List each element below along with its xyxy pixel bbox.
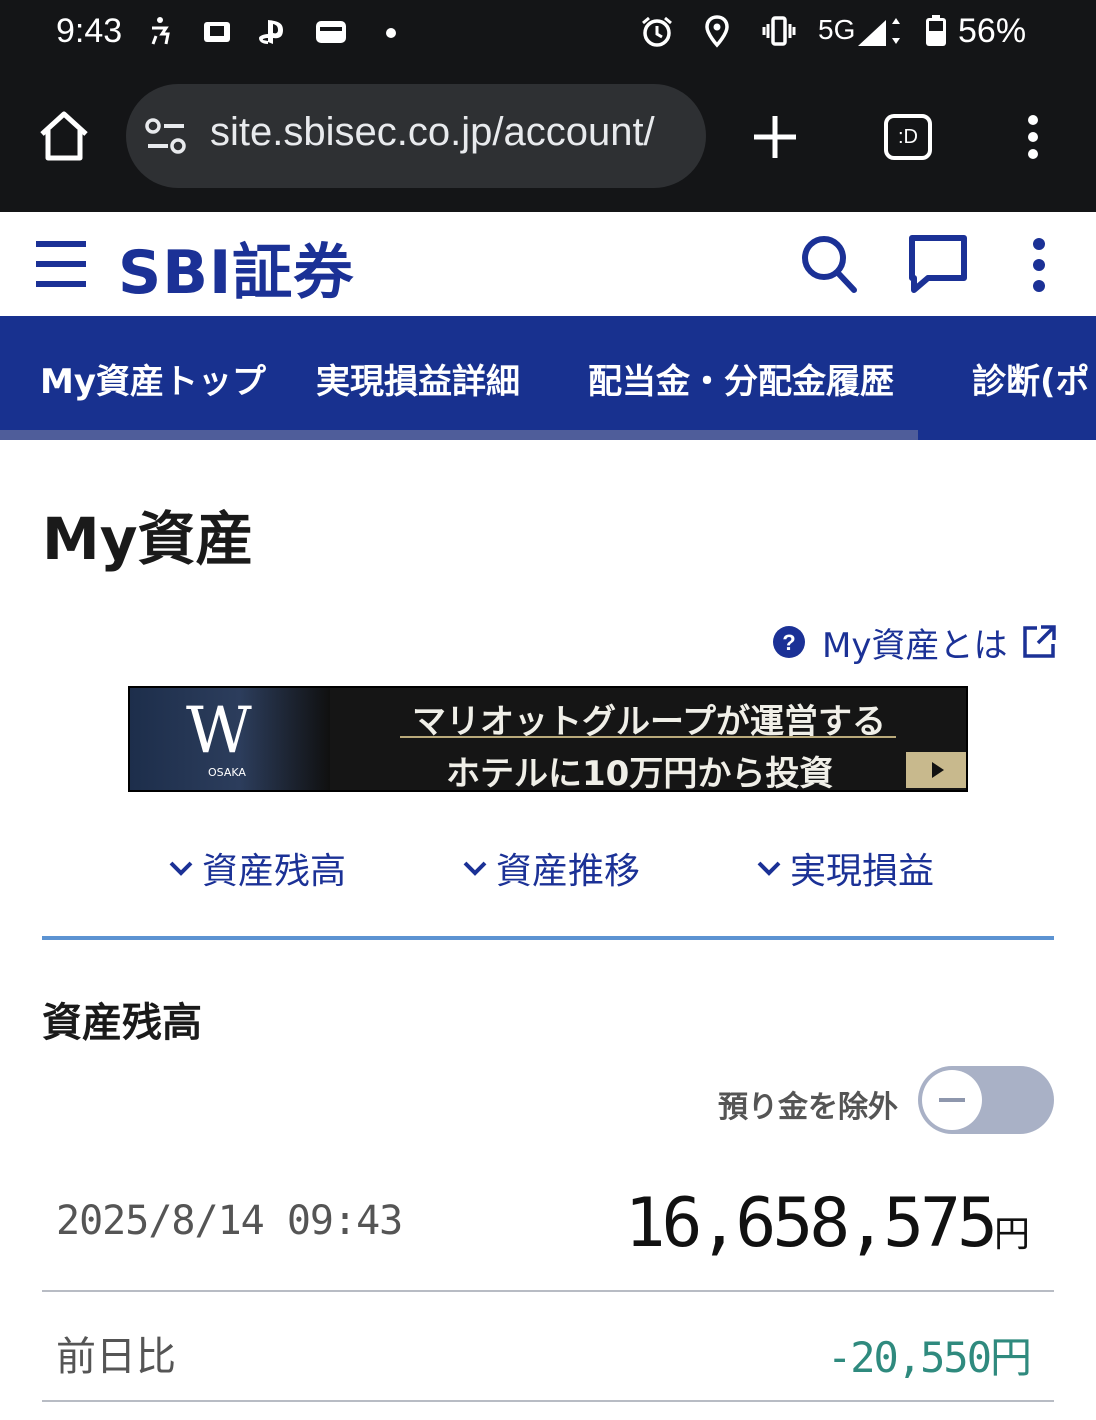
w-hotel-logo: W <box>186 694 252 768</box>
anchor-asset-trend[interactable]: 資産推移 <box>462 840 640 896</box>
w-hotel-logo-sub: OSAKA <box>208 766 246 779</box>
balance-amount: 16,658,575円 <box>625 1184 1030 1263</box>
site-header: SBI証券 <box>0 212 1096 316</box>
exclude-deposit-toggle-row: 預り金を除外 <box>700 1066 1056 1136</box>
app-notification-icon <box>204 22 230 42</box>
home-icon[interactable] <box>36 108 92 164</box>
battery-percent: 56% <box>958 12 1027 50</box>
site-more-icon[interactable] <box>1024 236 1054 294</box>
active-tab-indicator <box>0 430 918 440</box>
url-text[interactable]: site.sbisec.co.jp/account/ <box>210 110 690 155</box>
chevron-down-icon <box>757 861 781 876</box>
day-change-label: 前日比 <box>56 1334 176 1380</box>
balance-amount-unit: 円 <box>993 1214 1030 1255</box>
toggle-off-mark-icon <box>939 1098 965 1102</box>
chevron-down-icon <box>169 861 193 876</box>
day-change-value: -20,550円 <box>826 1333 1032 1382</box>
sbi-logo[interactable]: SBI証券 <box>118 224 354 311</box>
anchor-label[interactable]: 資産残高 <box>202 842 346 894</box>
day-change-row: 前日比 -20,550円 <box>42 1294 1054 1402</box>
balance-amount-value: 16,658,575 <box>624 1184 998 1263</box>
balance-row: 2025/8/14 09:43 16,658,575円 <box>42 1180 1054 1292</box>
help-icon: ? <box>773 626 805 658</box>
external-link-icon <box>1023 625 1057 658</box>
new-tab-icon[interactable] <box>750 112 800 162</box>
wallet-icon <box>316 21 346 43</box>
balance-timestamp: 2025/8/14 09:43 <box>56 1198 403 1244</box>
tab-switcher-button[interactable]: :D <box>884 114 932 160</box>
network-type: 5G <box>818 14 856 45</box>
browser-toolbar: site.sbisec.co.jp/account/ :D <box>0 68 1096 212</box>
site-settings-icon[interactable] <box>144 116 188 156</box>
playstation-icon <box>259 20 283 44</box>
tab-realized-pl-detail[interactable]: 実現損益詳細 <box>316 354 520 403</box>
dot-icon <box>386 28 396 38</box>
anchor-asset-balance[interactable]: 資産残高 <box>168 840 346 896</box>
banner-subline: ホテルに10万円から投資 <box>446 754 834 792</box>
page-title: My資産 <box>42 505 254 573</box>
chevron-down-icon <box>463 861 487 876</box>
search-icon[interactable] <box>800 234 858 294</box>
toggle-knob <box>922 1070 982 1130</box>
address-bar[interactable]: site.sbisec.co.jp/account/ <box>126 84 706 188</box>
battery-icon <box>926 15 946 46</box>
vibrate-icon <box>762 16 796 46</box>
help-link-label[interactable]: My資産とは <box>822 618 1007 667</box>
tab-diagnosis[interactable]: 診断(ポ <box>972 354 1090 403</box>
exclude-deposit-toggle[interactable] <box>918 1066 1054 1134</box>
status-bar: 9:43 5G 56% <box>0 0 1096 68</box>
more-vert-icon[interactable] <box>1016 112 1050 162</box>
section-divider <box>42 936 1054 940</box>
accessibility-icon <box>151 17 170 45</box>
anchor-label[interactable]: 実現損益 <box>790 842 934 894</box>
hamburger-menu-icon[interactable] <box>34 238 88 290</box>
chat-icon[interactable] <box>906 232 970 296</box>
what-is-my-assets-link[interactable]: ? My資産とは <box>772 618 1057 667</box>
anchor-realized-pl[interactable]: 実現損益 <box>756 840 934 896</box>
account-nav-tabs: My資産トップ 実現損益詳細 配当金・分配金履歴 診断(ポ <box>0 316 1096 440</box>
signal-icon <box>858 18 900 46</box>
alarm-icon <box>642 16 672 47</box>
promo-banner[interactable]: W OSAKA マリオットグループが運営する ホテルに10万円から投資 <box>128 686 968 792</box>
play-arrow-icon <box>906 752 966 788</box>
tab-dividend-history[interactable]: 配当金・分配金履歴 <box>588 354 894 403</box>
banner-ornament <box>400 736 896 742</box>
section-title: 資産残高 <box>42 1000 202 1046</box>
status-time: 9:43 <box>56 12 123 50</box>
svg-text:?: ? <box>782 630 795 655</box>
section-anchor-links: 資産残高 資産推移 実現損益 <box>0 840 1096 896</box>
toggle-label: 預り金を除外 <box>718 1090 898 1125</box>
location-icon <box>705 15 729 48</box>
anchor-label[interactable]: 資産推移 <box>496 842 640 894</box>
tab-my-assets-top[interactable]: My資産トップ <box>40 354 266 403</box>
